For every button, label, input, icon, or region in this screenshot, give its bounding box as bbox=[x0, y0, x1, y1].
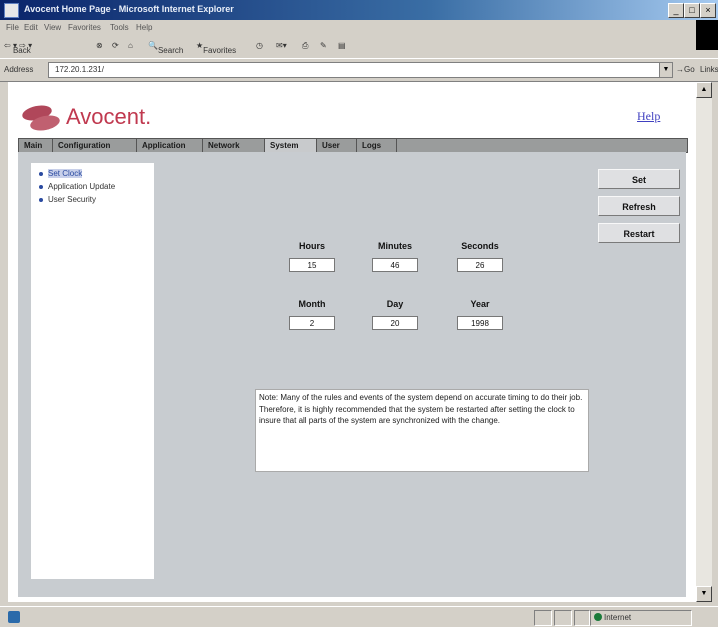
bullet-icon bbox=[39, 197, 43, 202]
hours-label: Hours bbox=[298, 241, 325, 251]
edit-icon[interactable]: ✎ bbox=[320, 41, 327, 50]
title-bar: Avocent Home Page - Microsoft Internet E… bbox=[0, 0, 718, 20]
go-label: Go bbox=[684, 65, 695, 74]
status-pane bbox=[534, 610, 552, 626]
maximize-button[interactable]: □ bbox=[684, 3, 700, 18]
menu-bar: File Edit View Favorites Tools Help bbox=[0, 20, 718, 36]
month-label: Month bbox=[298, 299, 326, 309]
menu-file[interactable]: File bbox=[6, 23, 19, 32]
bullet-icon bbox=[39, 171, 43, 176]
menu-help[interactable]: Help bbox=[136, 23, 152, 32]
seconds-input[interactable]: 26 bbox=[457, 258, 503, 272]
day-input[interactable]: 20 bbox=[372, 316, 418, 330]
address-dropdown-icon[interactable]: ▼ bbox=[659, 62, 673, 78]
tab-main[interactable]: Main bbox=[19, 139, 53, 152]
back-button[interactable]: ⇦ Back ▾ ⇨ ▾ bbox=[4, 41, 32, 55]
help-link[interactable]: Help bbox=[637, 109, 660, 124]
discuss-icon[interactable]: ▤ bbox=[338, 41, 346, 50]
status-pane bbox=[554, 610, 572, 626]
globe-icon bbox=[594, 613, 602, 621]
nav-item-label: Application Update bbox=[48, 182, 116, 191]
status-pane bbox=[574, 610, 590, 626]
menu-favorites[interactable]: Favorites bbox=[68, 23, 101, 32]
bullet-icon bbox=[39, 184, 43, 189]
nav-item-set-clock[interactable]: Set Clock bbox=[39, 169, 83, 178]
tab-bar: Main Configuration Application Network S… bbox=[18, 138, 688, 153]
go-button[interactable]: →Go bbox=[676, 65, 695, 74]
address-input[interactable]: 172.20.1.231/ bbox=[48, 62, 660, 78]
menu-tools[interactable]: Tools bbox=[110, 23, 129, 32]
page-icon bbox=[8, 611, 20, 623]
tab-configuration[interactable]: Configuration bbox=[53, 139, 137, 152]
nav-item-label: Set Clock bbox=[48, 169, 83, 178]
search-button[interactable]: 🔍 Search bbox=[148, 41, 183, 55]
tab-user[interactable]: User bbox=[317, 139, 357, 152]
tab-system[interactable]: System bbox=[265, 139, 317, 152]
scroll-up-icon[interactable]: ▲ bbox=[696, 82, 712, 98]
favorites-label: Favorites bbox=[203, 46, 237, 55]
tab-network[interactable]: Network bbox=[203, 139, 265, 152]
toolbar: ⇦ Back ▾ ⇨ ▾ ⊗ ⟳ ⌂ 🔍 Search ★ Favorites ◷ … bbox=[0, 36, 696, 58]
minutes-input[interactable]: 46 bbox=[372, 258, 418, 272]
nav-item-user-security[interactable]: User Security bbox=[39, 195, 96, 204]
address-bar: Address 172.20.1.231/ ▼ →Go Links bbox=[0, 58, 718, 82]
print-icon[interactable]: ⎙ bbox=[302, 41, 308, 51]
hours-input[interactable]: 15 bbox=[289, 258, 335, 272]
note-text: Note: Many of the rules and events of th… bbox=[255, 389, 589, 472]
links-button[interactable]: Links bbox=[700, 65, 718, 74]
close-button[interactable]: × bbox=[700, 3, 716, 18]
left-nav: Set Clock Application Update User Securi… bbox=[31, 163, 154, 579]
scroll-down-icon[interactable]: ▼ bbox=[696, 586, 712, 602]
status-bar: Internet bbox=[0, 606, 718, 627]
stop-icon[interactable]: ⊗ bbox=[96, 41, 103, 50]
nav-item-application-update[interactable]: Application Update bbox=[39, 182, 115, 191]
tab-application[interactable]: Application bbox=[137, 139, 203, 152]
refresh-button[interactable]: Refresh bbox=[598, 196, 680, 216]
refresh-icon[interactable]: ⟳ bbox=[112, 41, 119, 50]
address-value: 172.20.1.231/ bbox=[55, 65, 104, 74]
tab-logs[interactable]: Logs bbox=[357, 139, 397, 152]
logo-text: Avocent. bbox=[66, 104, 152, 129]
mail-icon[interactable]: ✉▾ bbox=[276, 41, 287, 50]
menu-edit[interactable]: Edit bbox=[24, 23, 38, 32]
minutes-label: Minutes bbox=[377, 241, 412, 251]
search-label: Search bbox=[157, 46, 184, 55]
restart-button[interactable]: Restart bbox=[598, 223, 680, 243]
nav-item-label: User Security bbox=[48, 195, 97, 204]
address-label: Address bbox=[4, 65, 34, 74]
ie-icon bbox=[4, 3, 19, 18]
menu-view[interactable]: View bbox=[44, 23, 61, 32]
vertical-scrollbar[interactable]: ▲ ▼ bbox=[696, 82, 712, 602]
month-input[interactable]: 2 bbox=[289, 316, 335, 330]
back-label: Back bbox=[12, 46, 31, 55]
year-input[interactable]: 1998 bbox=[457, 316, 503, 330]
zone-label: Internet bbox=[604, 613, 632, 622]
home-icon[interactable]: ⌂ bbox=[128, 41, 133, 50]
seconds-label: Seconds bbox=[461, 241, 499, 251]
minimize-button[interactable]: _ bbox=[668, 3, 684, 18]
favorites-button[interactable]: ★ Favorites bbox=[196, 41, 236, 55]
set-button[interactable]: Set bbox=[598, 169, 680, 189]
history-icon[interactable]: ◷ bbox=[256, 41, 263, 50]
year-label: Year bbox=[470, 299, 490, 309]
window-title: Avocent Home Page - Microsoft Internet E… bbox=[24, 4, 234, 14]
windows-logo-icon bbox=[696, 20, 718, 50]
day-label: Day bbox=[386, 299, 404, 309]
